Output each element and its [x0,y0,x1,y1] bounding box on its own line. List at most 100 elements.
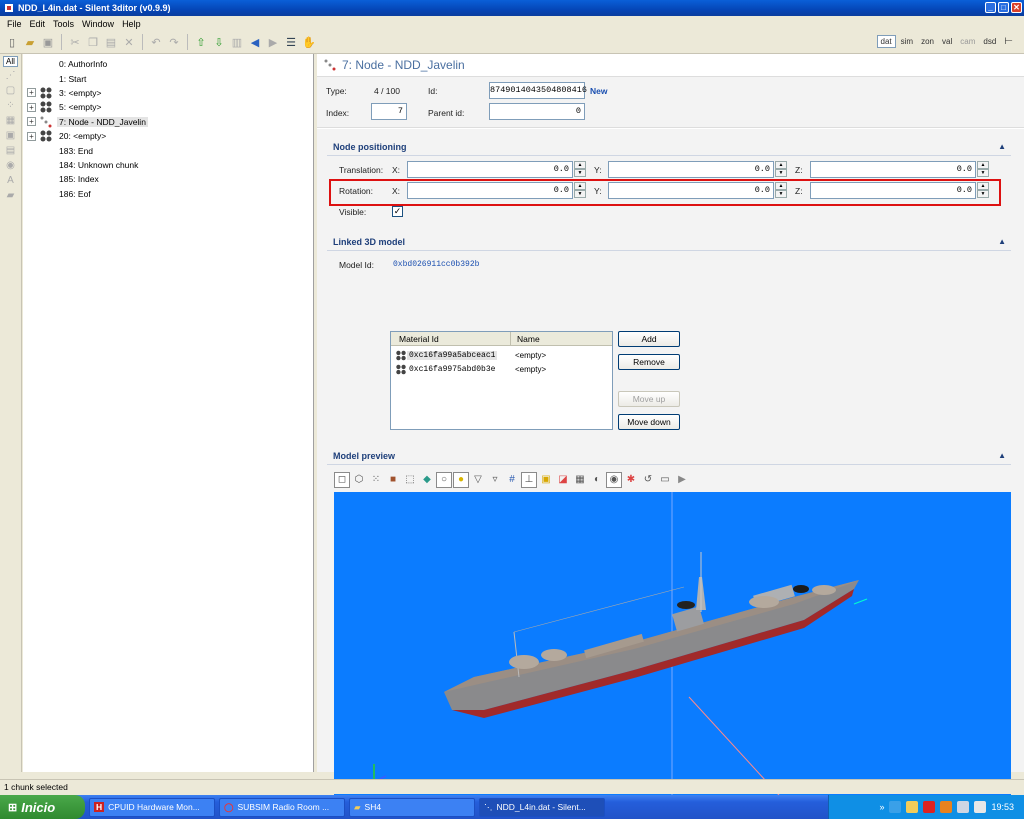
filter-all-button[interactable]: All [3,56,18,67]
new-id-link[interactable]: New [590,86,607,96]
grid-icon[interactable]: # [504,472,520,488]
tree-node[interactable]: + 20: <empty> [23,129,313,143]
tray-volume-icon[interactable] [974,801,987,813]
expand-toggle[interactable]: + [27,102,36,112]
light-bulb-icon[interactable]: ● [453,472,469,488]
tree-node[interactable]: 186: Eof [23,187,313,201]
taskbar-item-sh4[interactable]: ▰ SH4 [349,797,475,817]
show-more-icon[interactable]: » [879,802,884,812]
filter-shape-icon[interactable]: ▰ [5,190,17,202]
rotation-x-field[interactable]: 0.0 [407,182,573,199]
tree-node[interactable]: + 5: <empty> [23,100,313,114]
parent-id-field[interactable]: 0 [489,103,585,120]
table-row[interactable]: 0xc16fa99a5abceac1 <empty> [395,349,605,362]
collapse-icon[interactable]: ▲ [998,237,1006,246]
open-folder-icon[interactable]: ▰ [22,34,38,50]
mode-val[interactable]: val [939,36,955,47]
maximize-button[interactable]: □ [998,2,1009,13]
menu-help[interactable]: Help [118,19,145,29]
expand-toggle[interactable]: + [27,131,36,141]
rotation-y-spinner[interactable]: ▲ ▼ [775,182,787,199]
mode-sim[interactable]: sim [898,36,916,47]
axes-icon[interactable]: ⊥ [521,472,537,488]
cut-icon[interactable]: ✂ [67,34,83,50]
camera-icon[interactable]: ▭ [657,472,673,488]
shading-dropdown-icon[interactable]: ◐ [589,472,605,488]
menu-edit[interactable]: Edit [26,19,50,29]
tree-node[interactable]: 1: Start [23,71,313,85]
list-view-icon[interactable]: ☰ [283,34,299,50]
wire-cube-icon[interactable]: ◻ [334,472,350,488]
clipboard-icon[interactable]: ▥ [229,34,245,50]
light-off-icon[interactable]: ○ [436,472,452,488]
paint-icon[interactable]: ◪ [555,472,571,488]
start-button[interactable]: ⊞ Inicio [0,795,85,819]
filter-texture-icon[interactable]: ▦ [5,115,17,127]
folder-icon[interactable] [906,801,919,813]
menu-window[interactable]: Window [78,19,118,29]
collapse-icon[interactable]: ▲ [998,451,1006,460]
tree-node[interactable]: 0: AuthorInfo [23,57,313,71]
filter-node-icon[interactable]: ⋰ [5,70,17,82]
translation-z-spinner[interactable]: ▲ ▼ [977,161,989,178]
tree-node[interactable]: 183: End [23,143,313,157]
filter-image-icon[interactable]: ▣ [5,130,17,142]
back-icon[interactable]: ◀ [247,34,263,50]
filter-sound-icon[interactable]: ◉ [5,160,17,172]
opera-icon[interactable] [923,801,936,813]
reset-view-icon[interactable]: ↺ [640,472,656,488]
translation-x-spinner[interactable]: ▲ ▼ [574,161,586,178]
rotation-y-field[interactable]: 0.0 [608,182,774,199]
translation-x-field[interactable]: 0.0 [407,161,573,178]
move-down-icon[interactable]: ⇩ [211,34,227,50]
collapse-icon[interactable]: ▲ [998,142,1006,151]
checker-icon[interactable]: ▦ [572,472,588,488]
remove-button[interactable]: Remove [618,354,680,370]
taskbar-item-cpuid[interactable]: H CPUID Hardware Mon... [89,797,215,817]
play-icon[interactable]: ▶ [674,472,690,488]
model-preview-viewport[interactable] [334,492,1011,817]
mode-cam[interactable]: cam [957,36,978,47]
table-row[interactable]: 0xc16fa9975abd0b3e <empty> [395,363,605,376]
shaded-cube-icon[interactable]: ■ [385,472,401,488]
translation-z-field[interactable]: 0.0 [810,161,976,178]
model-id-link[interactable]: 0xbd026911cc0b392b [393,260,479,269]
taskbar-item-opera[interactable]: ◯ SUBSIM Radio Room ... [219,797,345,817]
menu-tools[interactable]: Tools [49,19,78,29]
rotation-z-spinner[interactable]: ▲ ▼ [977,182,989,199]
filter-material-icon[interactable]: ⁘ [5,100,17,112]
box-outline-icon[interactable]: ⬚ [402,472,418,488]
add-button[interactable]: Add [618,331,680,347]
menu-file[interactable]: File [3,19,26,29]
column-material-id[interactable]: Material Id [391,332,511,346]
redo-icon[interactable]: ↷ [166,34,182,50]
ie-icon[interactable] [889,801,902,813]
index-field[interactable]: 7 [371,103,407,120]
column-name[interactable]: Name [511,332,612,346]
expand-toggle[interactable]: + [27,117,36,127]
firefox-icon[interactable] [940,801,953,813]
filter-box-icon[interactable]: ▢ [5,85,17,97]
tree-node[interactable]: + 3: <empty> [23,86,313,100]
texture-icon[interactable]: ◆ [419,472,435,488]
translation-y-field[interactable]: 0.0 [608,161,774,178]
pin-icon[interactable]: ⊢ [1001,35,1016,48]
tray-network-icon[interactable] [957,801,970,813]
translation-y-spinner[interactable]: ▲ ▼ [775,161,787,178]
move-up-button[interactable]: Move up [618,391,680,407]
save-icon[interactable]: ▣ [40,34,56,50]
id-field[interactable]: 8749014043504808416 [489,82,587,99]
mode-dsd[interactable]: dsd [980,36,999,47]
expand-toggle[interactable]: + [27,88,36,98]
forward-icon[interactable]: ▶ [265,34,281,50]
solid-cube-icon[interactable]: ⬡ [351,472,367,488]
mode-dat[interactable]: dat [876,35,896,48]
eye-icon[interactable]: ◉ [606,472,622,488]
filter-document-icon[interactable]: ▤ [5,145,17,157]
delete-icon[interactable]: ✕ [121,34,137,50]
rotation-x-spinner[interactable]: ▲ ▼ [574,182,586,199]
hand-icon[interactable]: ✋ [301,34,317,50]
paste-icon[interactable]: ▤ [103,34,119,50]
bounding-box-icon[interactable]: ▣ [538,472,554,488]
rotation-z-field[interactable]: 0.0 [810,182,976,199]
